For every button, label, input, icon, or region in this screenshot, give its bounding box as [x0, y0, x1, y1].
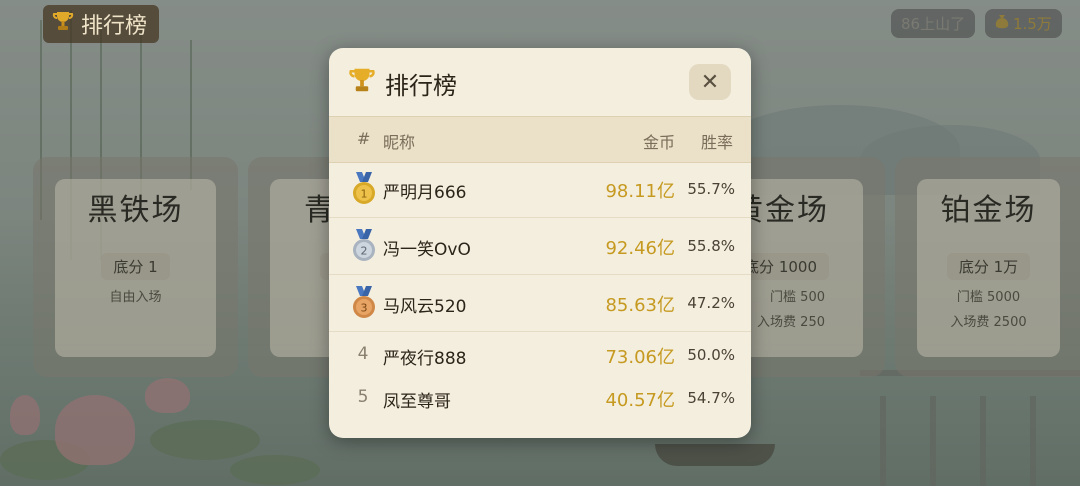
dialog-title-text: 排行榜	[385, 71, 457, 100]
player-nickname: 马风云520	[383, 297, 467, 317]
venue-card-inner: 黑铁场 底分 1 自由入场	[55, 179, 216, 357]
bronze-medal-icon: 3	[351, 286, 377, 320]
table-row[interactable]: 2 冯一笑OvO 92.46亿 55.8%	[329, 218, 751, 275]
leaderboard-button[interactable]: 排行榜	[43, 5, 160, 43]
player-coins: 73.06亿	[605, 347, 675, 368]
table-row[interactable]: 3 马风云520 85.63亿 47.2%	[329, 275, 751, 332]
player-nickname: 凤至尊哥	[383, 392, 451, 412]
player-winrate: 54.7%	[687, 389, 735, 407]
close-button[interactable]: ✕	[689, 64, 731, 100]
trophy-icon	[51, 9, 75, 39]
venue-card-inner: 铂金场 底分 1万 门槛 5000 入场费 2500	[917, 179, 1060, 357]
level-text: 86上山了	[901, 15, 966, 33]
venue-base-score: 底分 1	[101, 253, 170, 280]
venue-threshold: 门槛 500	[770, 290, 825, 305]
level-badge[interactable]: 86上山了	[891, 9, 976, 38]
leaderboard-list[interactable]: 1 严明月666 98.11亿 55.7% 2 冯一笑OvO 92.46亿 55…	[329, 161, 751, 438]
table-header: # 昵称 金币 胜率	[329, 116, 751, 163]
venue-name: 黑铁场	[87, 193, 184, 228]
trophy-icon	[347, 65, 377, 101]
player-coins: 92.46亿	[605, 238, 675, 259]
dialog-header: 排行榜 ✕	[329, 48, 751, 116]
coin-balance-text: 1.5万	[1013, 15, 1052, 33]
gold-medal-icon: 1	[351, 172, 377, 206]
table-row[interactable]: 1 严明月666 98.11亿 55.7%	[329, 161, 751, 218]
player-winrate: 55.7%	[687, 180, 735, 198]
svg-text:2: 2	[361, 245, 368, 258]
player-coins: 98.11亿	[605, 181, 675, 202]
table-row[interactable]: 4 严夜行888 73.06亿 50.0%	[329, 332, 751, 376]
coin-balance[interactable]: 1.5万	[985, 9, 1062, 38]
venue-card-iron[interactable]: 黑铁场 底分 1 自由入场	[33, 157, 238, 377]
leaderboard-button-label: 排行榜	[81, 14, 148, 39]
column-header-winrate: 胜率	[700, 133, 733, 152]
player-nickname: 严夜行888	[383, 349, 467, 369]
player-winrate: 50.0%	[687, 346, 735, 364]
column-header-nickname: 昵称	[383, 133, 416, 152]
player-winrate: 47.2%	[687, 294, 735, 312]
player-coins: 85.63亿	[605, 295, 675, 316]
venue-entry-rule: 自由入场	[109, 290, 162, 305]
venue-entry-fee: 入场费 250	[757, 315, 825, 330]
close-icon: ✕	[700, 69, 720, 95]
venue-name: 铂金场	[940, 193, 1037, 228]
player-rank: 4	[357, 344, 369, 364]
venue-card-platinum[interactable]: 铂金场 底分 1万 门槛 5000 入场费 2500	[895, 157, 1080, 377]
player-winrate: 55.8%	[687, 237, 735, 255]
player-nickname: 冯一笑OvO	[383, 240, 471, 260]
player-rank: 5	[357, 387, 369, 407]
player-nickname: 严明月666	[383, 183, 467, 203]
dialog-title: 排行榜	[347, 65, 457, 101]
leaderboard-dialog: 排行榜 ✕ # 昵称 金币 胜率 1 严明月666 98.11亿 55.7% 2…	[329, 48, 751, 438]
silver-medal-icon: 2	[351, 229, 377, 263]
venue-threshold: 门槛 5000	[956, 290, 1021, 305]
player-coins: 40.57亿	[605, 390, 675, 411]
svg-text:3: 3	[361, 302, 368, 315]
svg-text:1: 1	[361, 188, 368, 201]
table-row[interactable]: 5 凤至尊哥 40.57亿 54.7%	[329, 375, 751, 419]
venue-base-score: 底分 1万	[946, 253, 1031, 280]
column-header-coins: 金币	[642, 133, 675, 152]
venue-entry-fee: 入场费 2500	[950, 315, 1027, 330]
column-header-rank: #	[357, 129, 371, 148]
money-bag-icon	[995, 14, 1009, 34]
